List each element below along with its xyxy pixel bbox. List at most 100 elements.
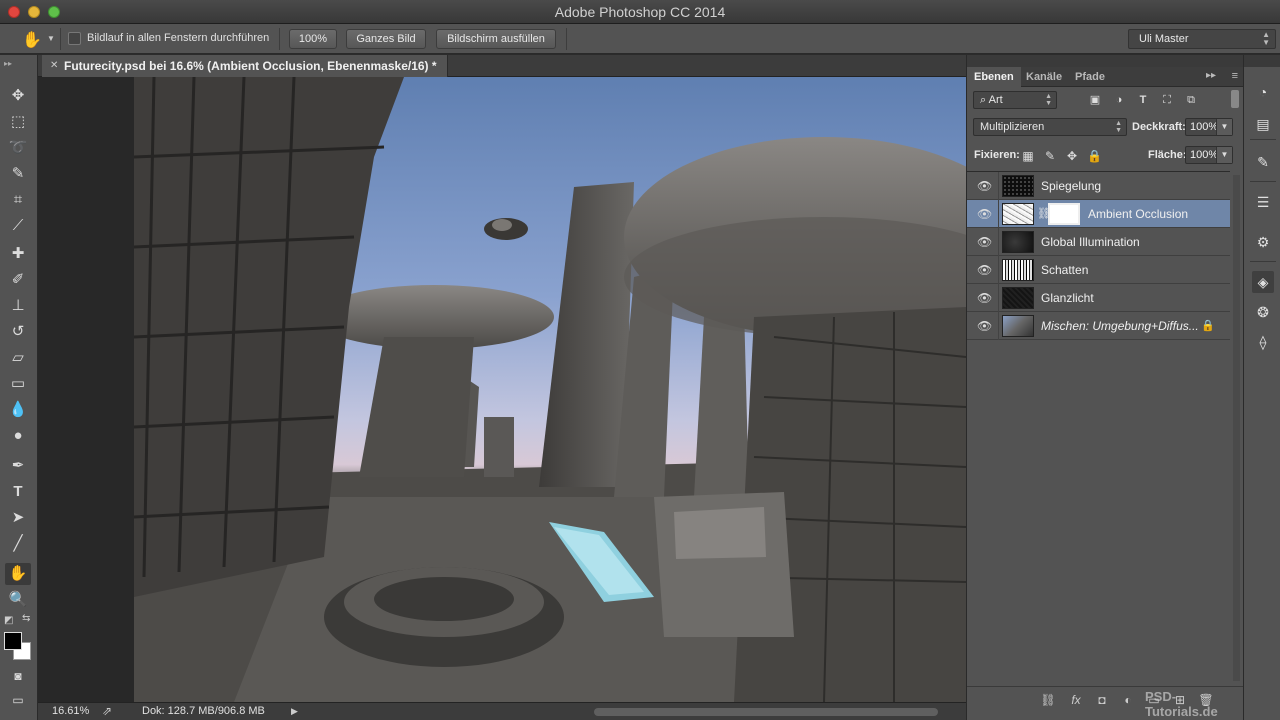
lock-pixels-icon[interactable]: ✎ — [1043, 149, 1057, 163]
blend-mode-select[interactable]: Multiplizieren ▲ ▼ — [973, 118, 1127, 136]
visibility-eye-icon[interactable]: 👁 — [977, 179, 992, 193]
adjustments-icon[interactable]: ☰ — [1252, 191, 1274, 213]
filter-toggle[interactable] — [1231, 90, 1239, 108]
stamp-tool-icon[interactable]: ⊥ — [5, 295, 31, 317]
close-tab-icon[interactable]: ✕ — [50, 55, 58, 77]
layer-mask-thumbnail[interactable] — [1048, 203, 1080, 225]
channels-icon[interactable]: ❂ — [1252, 301, 1274, 323]
divider — [60, 28, 61, 50]
histogram-icon[interactable]: ▤ — [1252, 113, 1274, 135]
title-bar: Adobe Photoshop CC 2014 — [0, 0, 1280, 24]
layer-row-selected[interactable]: 👁 ⛓ Ambient Occlusion — [967, 200, 1230, 228]
zoom-level[interactable]: 16.61% — [52, 705, 89, 717]
zoom-100-button[interactable]: 100% — [289, 29, 337, 49]
divider — [1250, 261, 1276, 262]
layer-row[interactable]: 👁 Schatten — [967, 256, 1230, 284]
screen-mode-icon[interactable]: ▭ — [5, 689, 31, 711]
zoom-tool-icon[interactable]: 🔍 — [5, 589, 31, 611]
tab-paths[interactable]: Pfade — [1068, 67, 1112, 87]
layer-name[interactable]: Spiegelung — [1041, 179, 1101, 193]
canvas-area[interactable] — [38, 77, 966, 702]
layer-row[interactable]: 👁 Global Illumination — [967, 228, 1230, 256]
gradient-tool-icon[interactable]: ▭ — [5, 373, 31, 395]
visibility-eye-icon[interactable]: 👁 — [977, 235, 992, 249]
line-tool-icon[interactable]: ╱ — [5, 533, 31, 555]
layers-scrollbar[interactable] — [1233, 175, 1240, 681]
lasso-tool-icon[interactable]: ➰ — [5, 137, 31, 159]
filter-adjustment-icon[interactable]: ◑ — [1111, 92, 1127, 108]
properties-icon[interactable]: ⚙ — [1252, 231, 1274, 253]
brush-presets-icon[interactable]: ✎ — [1252, 151, 1274, 173]
visibility-eye-icon[interactable]: 👁 — [977, 207, 992, 221]
layer-row[interactable]: 👁 Glanzlicht — [967, 284, 1230, 312]
document-tab[interactable]: ✕ Futurecity.psd bei 16.6% (Ambient Occl… — [42, 55, 448, 77]
filter-smart-object-icon[interactable]: ⧉ — [1183, 92, 1199, 108]
type-tool-icon[interactable]: T — [5, 481, 31, 503]
toolbox-collapse-icon[interactable]: ▸▸ — [4, 59, 12, 68]
chevron-down-icon[interactable]: ▼ — [1216, 119, 1232, 135]
hand-icon[interactable]: ✋ — [22, 30, 42, 50]
healing-brush-tool-icon[interactable]: ✚ — [5, 243, 31, 265]
tab-layers[interactable]: Ebenen — [967, 67, 1021, 87]
hand-tool-icon[interactable]: ✋ — [5, 563, 31, 585]
adjustment-layer-icon[interactable]: ◐ — [1119, 691, 1137, 709]
visibility-eye-icon[interactable]: 👁 — [977, 319, 992, 333]
filter-pixel-icon[interactable]: ▣ — [1087, 92, 1103, 108]
scroll-all-windows-checkbox[interactable] — [68, 32, 81, 45]
visibility-eye-icon[interactable]: 👁 — [977, 291, 992, 305]
tool-preset-dropdown[interactable]: ▼ — [47, 34, 55, 43]
lock-transparency-icon[interactable]: ▦ — [1021, 149, 1035, 163]
layer-name[interactable]: Mischen: Umgebung+Diffus... — [1041, 319, 1199, 333]
visibility-eye-icon[interactable]: 👁 — [977, 263, 992, 277]
path-selection-tool-icon[interactable]: ➤ — [5, 507, 31, 529]
layer-name[interactable]: Global Illumination — [1041, 235, 1140, 249]
filter-shape-icon[interactable]: ⛶ — [1159, 92, 1175, 108]
opacity-field[interactable]: 100% ▼ — [1185, 118, 1233, 136]
tab-channels[interactable]: Kanäle — [1019, 67, 1069, 87]
link-layers-icon[interactable]: ⛓ — [1039, 691, 1057, 709]
divider — [998, 284, 999, 312]
quick-mask-icon[interactable]: ◙ — [5, 665, 31, 687]
navigator-icon[interactable]: ◔ — [1252, 81, 1274, 103]
layer-name[interactable]: Schatten — [1041, 263, 1088, 277]
collapse-panel-icon[interactable]: ▸▸ — [1206, 70, 1216, 81]
fill-field[interactable]: 100% ▼ — [1185, 146, 1233, 164]
layer-row[interactable]: 👁 Mischen: Umgebung+Diffus... 🔒 — [967, 312, 1230, 340]
layers-icon[interactable]: ◈ — [1252, 271, 1274, 293]
lock-all-icon[interactable]: 🔒 — [1087, 149, 1102, 163]
layer-name[interactable]: Glanzlicht — [1041, 291, 1094, 305]
lock-position-icon[interactable]: ✥ — [1065, 149, 1079, 163]
swap-colors-icon[interactable]: ⇆ — [22, 613, 30, 624]
add-mask-icon[interactable]: ◘ — [1093, 691, 1111, 709]
share-icon[interactable]: ⇗ — [102, 704, 112, 718]
fill-screen-button[interactable]: Bildschirm ausfüllen — [436, 29, 556, 49]
blend-mode-label: Multiplizieren — [980, 121, 1045, 133]
chevron-down-icon[interactable]: ▼ — [1216, 147, 1232, 163]
options-bar: ✋ ▼ Bildlauf in allen Fenstern durchführ… — [0, 24, 1280, 54]
document-image[interactable] — [134, 77, 966, 702]
status-menu-arrow-icon[interactable]: ▶ — [291, 706, 298, 717]
marquee-tool-icon[interactable]: ⬚ — [5, 111, 31, 133]
brush-tool-icon[interactable]: ✐ — [5, 269, 31, 291]
panel-menu-icon[interactable]: ≡ — [1232, 70, 1238, 82]
layer-filter-select[interactable]: ⌕ Art ▲ ▼ — [973, 91, 1057, 109]
fit-screen-button[interactable]: Ganzes Bild — [346, 29, 426, 49]
default-colors-icon[interactable]: ◩ — [4, 615, 13, 626]
filter-type-icon[interactable]: T — [1135, 92, 1151, 108]
quick-selection-tool-icon[interactable]: ✎ — [5, 163, 31, 185]
horizontal-scrollbar[interactable] — [594, 708, 938, 716]
pen-tool-icon[interactable]: ✒ — [5, 455, 31, 477]
blur-tool-icon[interactable]: 💧 — [5, 399, 31, 421]
layer-row[interactable]: 👁 Spiegelung — [967, 172, 1230, 200]
dodge-tool-icon[interactable]: ● — [5, 425, 31, 447]
history-brush-tool-icon[interactable]: ↺ — [5, 321, 31, 343]
layer-name[interactable]: Ambient Occlusion — [1088, 207, 1188, 221]
layer-style-fx-icon[interactable]: fx — [1067, 691, 1085, 709]
crop-tool-icon[interactable]: ⌗ — [5, 189, 31, 211]
foreground-color-swatch[interactable] — [4, 632, 22, 650]
workspace-select[interactable]: Uli Master ▲ ▼ — [1128, 29, 1276, 49]
eraser-tool-icon[interactable]: ▱ — [5, 347, 31, 369]
eyedropper-tool-icon[interactable]: ⟋ — [5, 215, 31, 237]
paths-icon[interactable]: ⟠ — [1252, 331, 1274, 353]
move-tool-icon[interactable]: ✥ — [5, 85, 31, 107]
